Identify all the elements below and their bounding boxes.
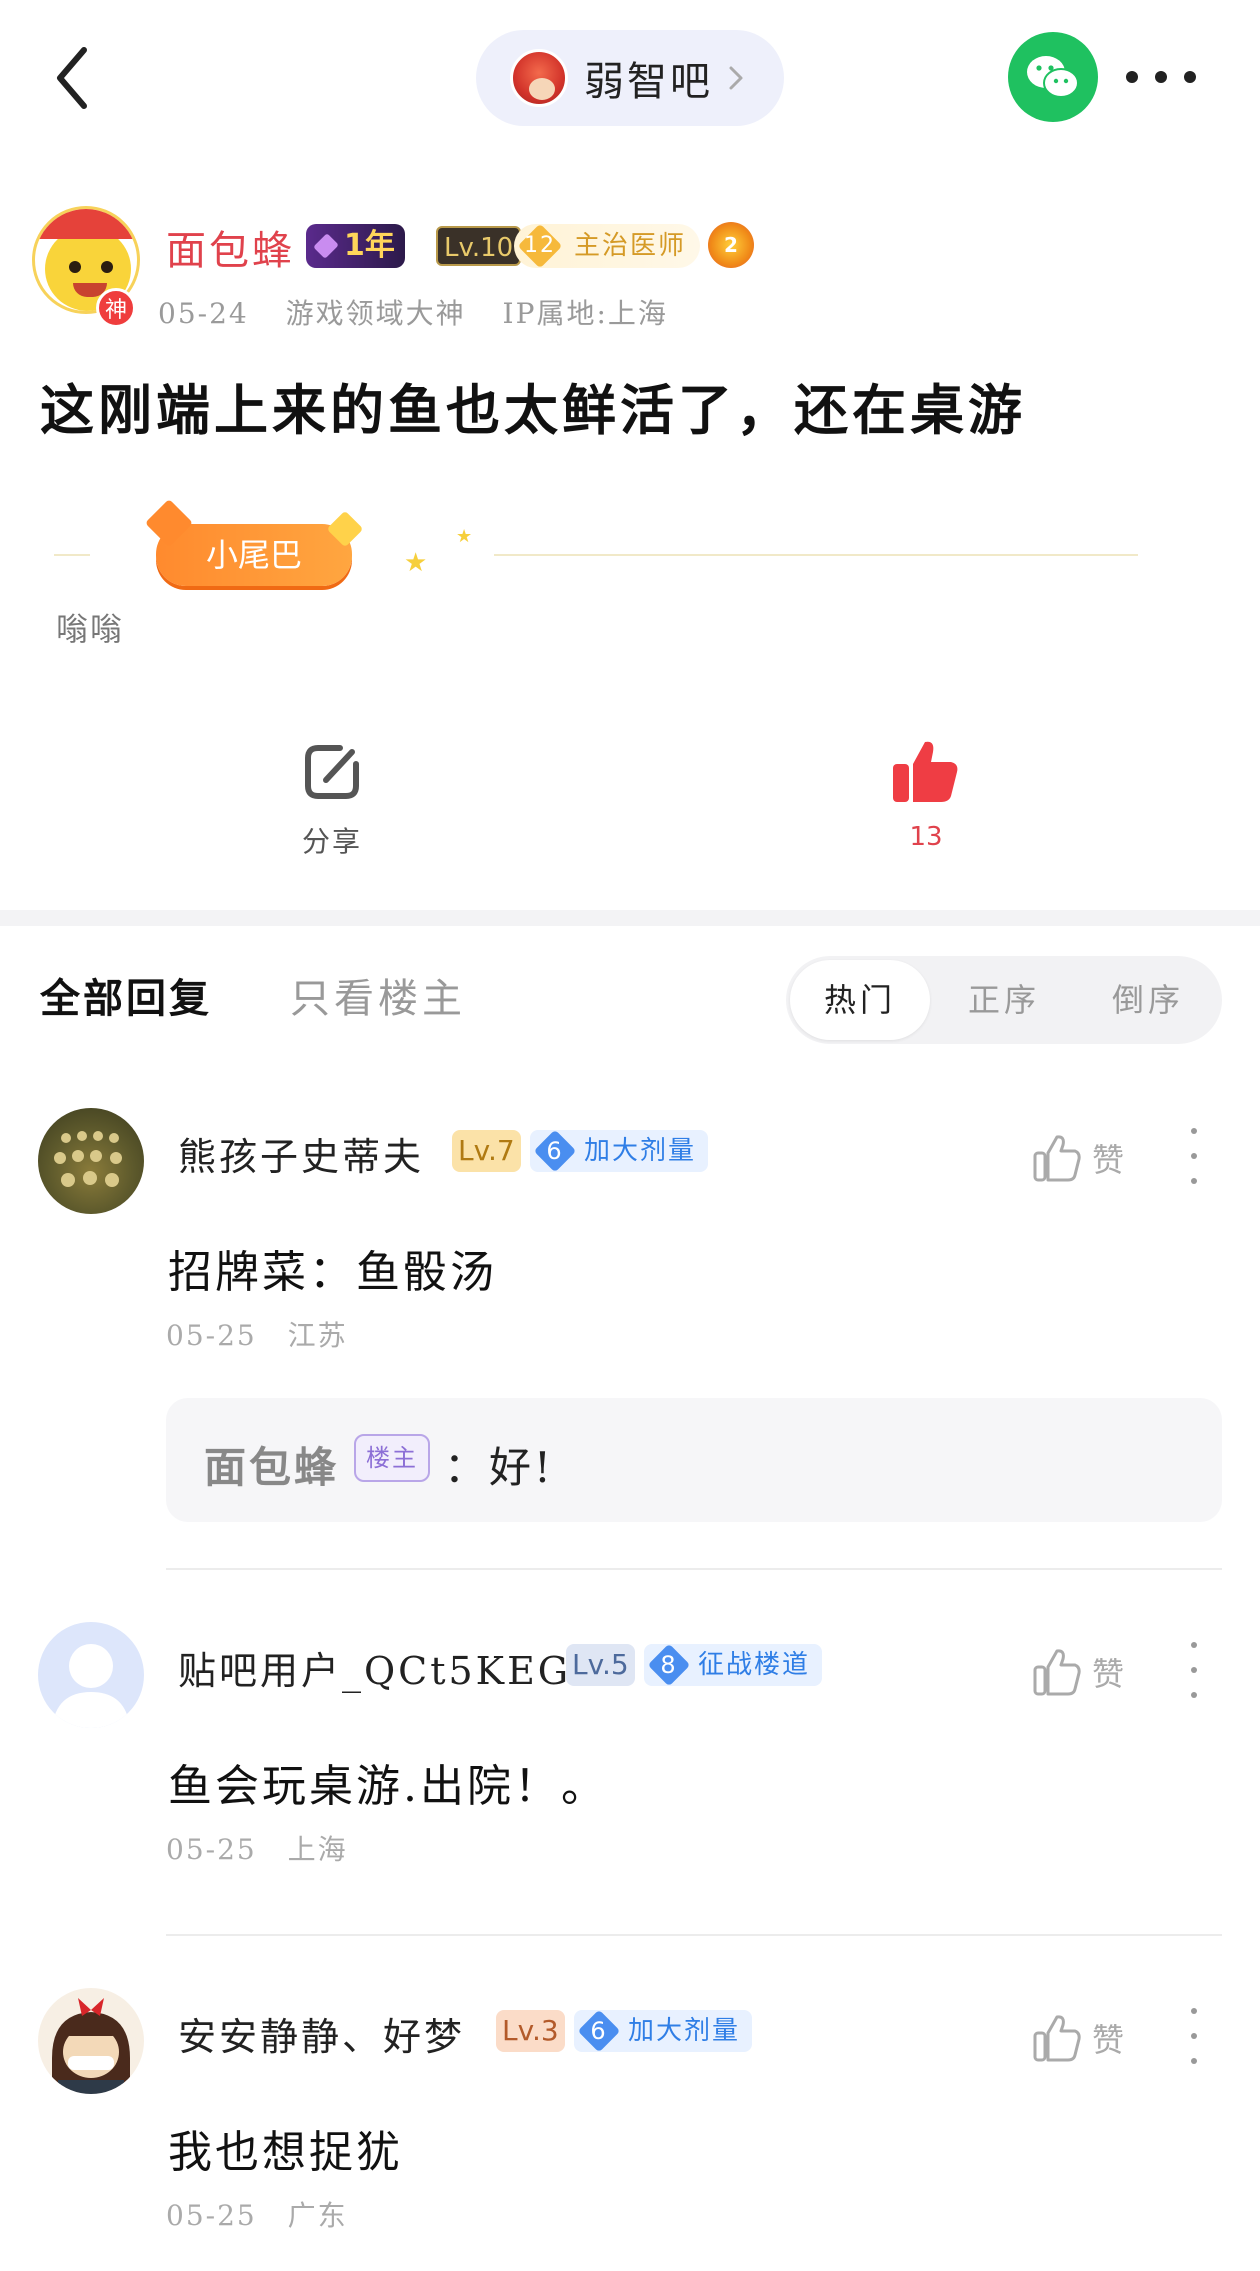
reply-like-button[interactable]: 赞 bbox=[1032, 2008, 1124, 2068]
reply-date: 05-25 bbox=[166, 2199, 257, 2232]
medal-badge: 6 加大剂量 bbox=[530, 1129, 709, 1173]
reply-location: 广东 bbox=[287, 2199, 348, 2232]
girl-avatar-icon bbox=[52, 1998, 130, 2094]
back-button[interactable] bbox=[44, 40, 104, 116]
share-button[interactable]: 分享 bbox=[292, 740, 372, 860]
medal-name: 征战楼道 bbox=[698, 1650, 811, 1680]
title-level: 12 bbox=[524, 233, 556, 258]
reply-location: 上海 bbox=[287, 1833, 348, 1866]
reply-location: 江苏 bbox=[287, 1319, 348, 1352]
medal-badge: 8 征战楼道 bbox=[644, 1643, 823, 1687]
dot-icon bbox=[1184, 71, 1196, 83]
medal-badge: 6 加大剂量 bbox=[574, 2009, 753, 2053]
medal-name: 加大剂量 bbox=[628, 2016, 741, 2046]
reply-content: 招牌菜：鱼骰汤 bbox=[168, 1247, 497, 1298]
reply-meta: 05-25 江苏 bbox=[166, 1314, 368, 1354]
top-bar: 弱智吧 bbox=[0, 0, 1260, 160]
reply-author-name[interactable]: 熊孩子史蒂夫 bbox=[178, 1126, 424, 1181]
author-role: 游戏领域大神 bbox=[285, 297, 466, 330]
divider bbox=[54, 554, 90, 556]
sort-hot[interactable]: 热门 bbox=[790, 960, 930, 1040]
thumbs-up-outline-icon bbox=[1033, 1649, 1081, 1696]
like-label: 赞 bbox=[1092, 1655, 1125, 1693]
user-level-badge: Lv.3 bbox=[496, 2010, 565, 2052]
author-level-badge: Lv.10 bbox=[436, 226, 522, 266]
sub-reply-text: ：好! bbox=[444, 1443, 554, 1492]
like-count: 13 bbox=[909, 822, 943, 852]
membership-year-badge: 1年 bbox=[306, 224, 405, 268]
sort-ascending[interactable]: 正序 bbox=[934, 956, 1074, 1044]
ip-location: IP属地:上海 bbox=[502, 297, 668, 330]
tail-tag: 小尾巴 bbox=[156, 524, 352, 586]
star-icon: ★ bbox=[404, 548, 428, 578]
more-options-button[interactable] bbox=[1126, 60, 1196, 94]
tail-text: 嗡嗡 bbox=[56, 610, 125, 648]
reply-date: 05-25 bbox=[166, 1319, 257, 1352]
reply-meta: 05-25 广东 bbox=[166, 2194, 368, 2234]
sort-toggle: 热门 正序 倒序 bbox=[786, 956, 1222, 1044]
author-name[interactable]: 面包蜂 bbox=[166, 218, 295, 276]
dot-icon bbox=[1126, 71, 1138, 83]
chevron-right-icon bbox=[729, 66, 743, 90]
author-title-badge: 12 主治医师 bbox=[514, 223, 701, 269]
reply-meta: 05-25 上海 bbox=[166, 1828, 368, 1868]
avatar[interactable] bbox=[38, 1108, 144, 1214]
op-tag: 楼主 bbox=[354, 1434, 430, 1482]
divider bbox=[166, 1568, 1222, 1570]
sub-reply[interactable]: 面包蜂 楼主 ：好! bbox=[166, 1398, 1222, 1522]
star-icon: ★ bbox=[456, 526, 473, 547]
medal-level: 8 bbox=[660, 1651, 678, 1679]
author-meta: 05-24 游戏领域大神 IP属地:上海 bbox=[158, 292, 694, 332]
chevron-left-icon bbox=[57, 47, 87, 109]
reply-like-button[interactable]: 赞 bbox=[1032, 1128, 1124, 1188]
divider bbox=[166, 1934, 1222, 1936]
tab-op-only[interactable]: 只看楼主 bbox=[290, 966, 466, 1024]
like-label: 赞 bbox=[1092, 1141, 1125, 1179]
thumbs-up-icon bbox=[893, 741, 958, 802]
wechat-icon bbox=[1027, 56, 1079, 98]
medal-level: 6 bbox=[546, 1137, 564, 1165]
forum-button[interactable]: 弱智吧 bbox=[476, 30, 784, 126]
tab-all-replies[interactable]: 全部回复 bbox=[40, 966, 212, 1024]
reply-more-button[interactable] bbox=[1184, 2008, 1204, 2064]
sort-descending[interactable]: 倒序 bbox=[1078, 956, 1218, 1044]
sub-reply-author[interactable]: 面包蜂 bbox=[204, 1434, 339, 1495]
post-title: 这刚端上来的鱼也太鲜活了，还在桌游 bbox=[40, 378, 1026, 442]
god-badge: 神 bbox=[96, 288, 136, 328]
forum-avatar bbox=[510, 49, 568, 107]
user-level-badge: Lv.7 bbox=[452, 1130, 521, 1172]
reply-author-name[interactable]: 安安静静、好梦 bbox=[178, 2006, 465, 2061]
honor-badge: 2 bbox=[708, 222, 754, 268]
default-avatar-icon bbox=[52, 1644, 130, 1728]
reply-author-name[interactable]: 贴吧用户_QCt5KEG bbox=[178, 1640, 571, 1695]
dot-icon bbox=[1155, 71, 1167, 83]
avatar[interactable] bbox=[38, 1622, 144, 1728]
avatar[interactable] bbox=[38, 1988, 144, 2094]
medal-level: 6 bbox=[590, 2017, 608, 2045]
reply-content: 鱼会玩桌游.出院！。 bbox=[168, 1761, 608, 1812]
thumbs-up-outline-icon bbox=[1033, 1135, 1081, 1182]
user-level-badge: Lv.5 bbox=[566, 1644, 635, 1686]
thumbs-up-outline-icon bbox=[1033, 2015, 1081, 2062]
divider bbox=[494, 554, 1138, 556]
reply-more-button[interactable] bbox=[1184, 1128, 1204, 1184]
post-date: 05-24 bbox=[158, 297, 249, 330]
title-text: 主治医师 bbox=[574, 231, 687, 261]
wechat-share-button[interactable] bbox=[1008, 32, 1098, 122]
like-button[interactable]: 13 bbox=[886, 736, 966, 860]
reply-content: 我也想捉犹 bbox=[168, 2127, 403, 2178]
medal-name: 加大剂量 bbox=[584, 1136, 697, 1166]
section-divider bbox=[0, 910, 1260, 926]
like-label: 赞 bbox=[1092, 2021, 1125, 2059]
share-label: 分享 bbox=[301, 825, 362, 858]
reply-more-button[interactable] bbox=[1184, 1642, 1204, 1698]
share-icon bbox=[305, 745, 359, 799]
reply-date: 05-25 bbox=[166, 1833, 257, 1866]
forum-name: 弱智吧 bbox=[584, 59, 713, 105]
reply-like-button[interactable]: 赞 bbox=[1032, 1642, 1124, 1702]
